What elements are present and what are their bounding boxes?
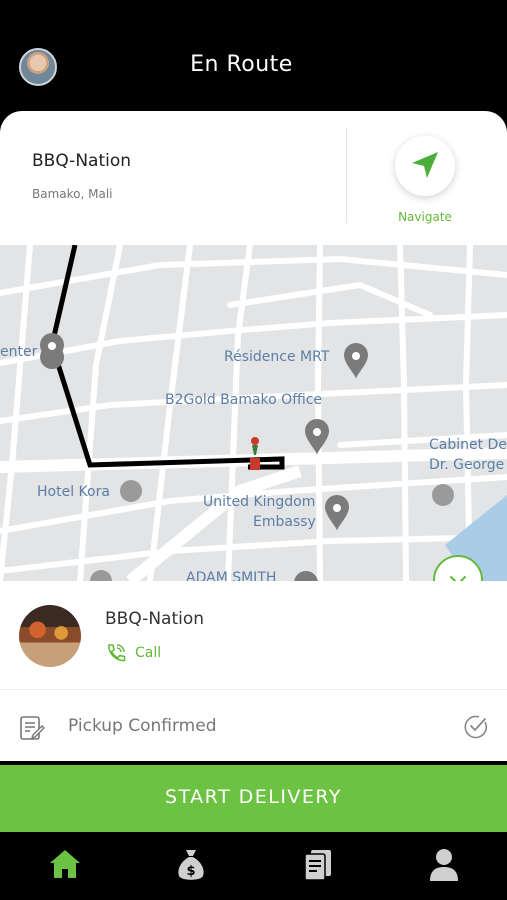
destination-panel: BBQ-Nation Bamako, Mali Navigate xyxy=(0,111,507,245)
map-place-label: Résidence MRT xyxy=(224,349,330,365)
page-title: En Route xyxy=(190,52,293,77)
call-label: Call xyxy=(135,645,162,661)
pickup-status-label: Pickup Confirmed xyxy=(68,716,217,736)
tab-orders[interactable] xyxy=(298,848,338,884)
destination-name: BBQ-Nation xyxy=(32,151,132,171)
map-place-label: Dr. George xyxy=(429,457,505,473)
navigate-button[interactable] xyxy=(395,136,455,196)
check-circle-icon xyxy=(464,715,488,739)
home-icon xyxy=(50,850,80,878)
money-bag-icon: $ xyxy=(178,850,204,880)
map-place-label: Hotel Kora xyxy=(37,484,110,500)
start-delivery-button[interactable]: START DELIVERY xyxy=(0,765,507,832)
map-place-label: United Kingdom xyxy=(203,494,316,510)
bottom-tab-bar: $ xyxy=(0,832,507,900)
map-place-label: B2Gold Bamako Office xyxy=(165,392,323,408)
pickup-status-row: Pickup Confirmed xyxy=(0,690,507,761)
document-edit-icon xyxy=(20,716,45,740)
restaurant-panel: BBQ-Nation Call xyxy=(0,581,507,689)
svg-text:$: $ xyxy=(186,864,195,879)
map-place-label: Cabinet De xyxy=(429,437,507,453)
map-place-label: enter xyxy=(0,344,38,360)
phone-icon xyxy=(108,644,126,662)
profile-icon xyxy=(430,849,458,881)
tab-home[interactable] xyxy=(44,848,84,884)
start-delivery-label: START DELIVERY xyxy=(164,786,343,808)
destination-address: Bamako, Mali xyxy=(32,187,113,201)
navigation-arrow-icon xyxy=(412,152,438,178)
restaurant-avatar xyxy=(19,605,81,667)
map-view[interactable]: enter Résidence MRT B2Gold Bamako Office… xyxy=(0,245,507,581)
map-place-label: Embassy xyxy=(253,514,316,530)
restaurant-name: BBQ-Nation xyxy=(105,609,205,629)
map-place-label: ADAM SMITH xyxy=(186,570,277,581)
delivery-card: BBQ-Nation Bamako, Mali Navigate enter R… xyxy=(0,111,507,761)
orders-icon xyxy=(304,850,331,881)
tab-profile[interactable] xyxy=(425,848,465,884)
navigate-label: Navigate xyxy=(398,210,452,224)
tab-earnings[interactable]: $ xyxy=(171,848,211,884)
top-bar: En Route xyxy=(0,0,507,112)
divider xyxy=(346,127,347,223)
